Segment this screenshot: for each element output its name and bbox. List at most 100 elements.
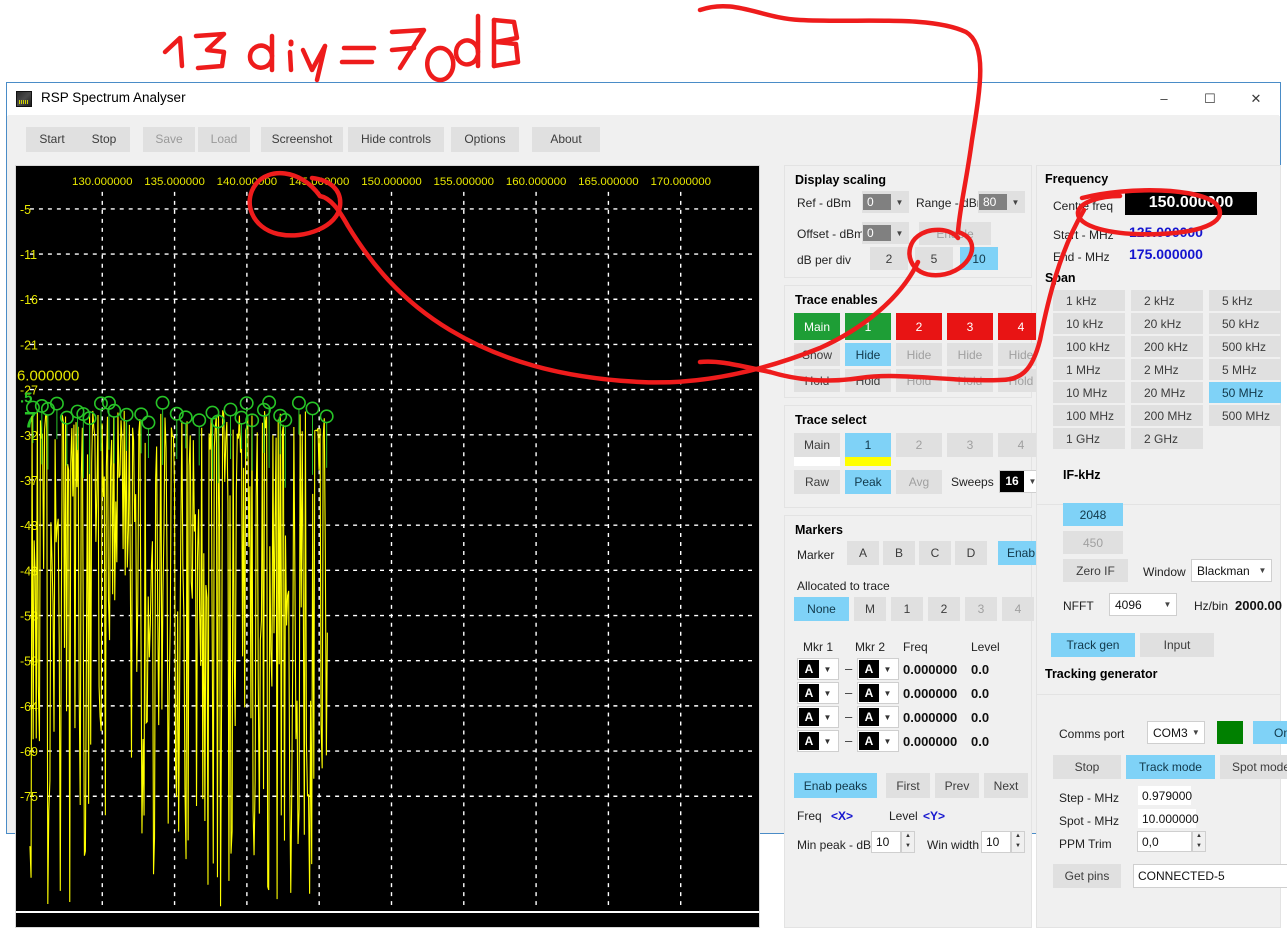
trace-mode-avg[interactable]: Avg (896, 470, 942, 494)
span-2khz[interactable]: 2 kHz (1131, 290, 1203, 311)
if-450-button[interactable]: 450 (1063, 531, 1123, 554)
peak-first-button[interactable]: First (886, 773, 930, 798)
trace-enable-3[interactable]: 3 (947, 313, 993, 340)
trace-hold-main[interactable]: Hold (794, 369, 840, 392)
trace-select-2[interactable]: 2 (896, 433, 942, 457)
trace-select-1[interactable]: 1 (845, 433, 891, 457)
comms-port-combo[interactable]: COM3 ▼ (1147, 721, 1205, 744)
marker-alloc-m[interactable]: M (854, 597, 886, 621)
marker-row-3-mkr1-combo[interactable]: A ▼ (797, 706, 839, 728)
toolbar-save-button[interactable]: Save (143, 127, 195, 152)
win-width-input[interactable]: 10 (981, 831, 1011, 853)
close-button[interactable]: ✕ (1233, 83, 1279, 114)
span-200mhz[interactable]: 200 MHz (1131, 405, 1203, 426)
range-dbm-combo[interactable]: 80 ▼ (978, 191, 1025, 213)
tab-input[interactable]: Input (1140, 633, 1214, 657)
spot-mhz-input[interactable]: 10.000000 (1137, 808, 1199, 829)
db-per-div-10-button[interactable]: 10 (960, 247, 998, 270)
tab-track-gen[interactable]: Track gen (1051, 633, 1135, 657)
marker-row-1-mkr2-combo[interactable]: A ▼ (857, 658, 899, 680)
get-pins-output[interactable]: CONNECTED-5 (1133, 864, 1287, 888)
toolbar-about-button[interactable]: About (532, 127, 600, 152)
trace-mode-peak[interactable]: Peak (845, 470, 891, 494)
tracking-stop-button[interactable]: Stop (1053, 755, 1121, 779)
span-5khz[interactable]: 5 kHz (1209, 290, 1281, 311)
span-500khz[interactable]: 500 kHz (1209, 336, 1281, 357)
trace-hold-2[interactable]: Hold (896, 369, 942, 392)
toolbar-stop-button[interactable]: Stop (78, 127, 130, 152)
span-50khz[interactable]: 50 kHz (1209, 313, 1281, 334)
tracking-track-mode-button[interactable]: Track mode (1126, 755, 1215, 779)
if-zero-button[interactable]: Zero IF (1063, 559, 1128, 582)
toolbar-options-button[interactable]: Options (451, 127, 519, 152)
offset-enable-button[interactable]: Enable (919, 222, 991, 245)
marker-alloc-3[interactable]: 3 (965, 597, 997, 621)
span-500mhz[interactable]: 500 MHz (1209, 405, 1281, 426)
db-per-div-5-button[interactable]: 5 (915, 247, 953, 270)
span-200khz[interactable]: 200 kHz (1131, 336, 1203, 357)
marker-alloc-1[interactable]: 1 (891, 597, 923, 621)
span-10khz[interactable]: 10 kHz (1053, 313, 1125, 334)
marker-alloc-none[interactable]: None (794, 597, 849, 621)
span-1khz[interactable]: 1 kHz (1053, 290, 1125, 311)
win-width-stepper[interactable]: ▲ ▼ (1011, 831, 1025, 853)
offset-dbm-combo[interactable]: 0 ▼ (862, 222, 909, 244)
marker-row-1-mkr1-combo[interactable]: A ▼ (797, 658, 839, 680)
peak-prev-button[interactable]: Prev (935, 773, 979, 798)
marker-row-3-mkr2-combo[interactable]: A ▼ (857, 706, 899, 728)
window-combo[interactable]: Blackman ▼ (1191, 559, 1272, 582)
enable-peaks-button[interactable]: Enab peaks (794, 773, 877, 798)
trace-enable-main[interactable]: Main (794, 313, 840, 340)
toolbar-screenshot-button[interactable]: Screenshot (261, 127, 343, 152)
min-peak-input[interactable]: 10 (871, 831, 901, 853)
trace-select-main[interactable]: Main (794, 433, 840, 457)
db-per-div-2-button[interactable]: 2 (870, 247, 908, 270)
trace-visibility-2[interactable]: Hide (896, 343, 942, 366)
trace-hold-3[interactable]: Hold (947, 369, 993, 392)
trace-select-3[interactable]: 3 (947, 433, 993, 457)
marker-alloc-2[interactable]: 2 (928, 597, 960, 621)
trace-visibility-main[interactable]: Show (794, 343, 840, 366)
centre-freq-field[interactable]: 150.000000 (1125, 192, 1257, 215)
if-2048-button[interactable]: 2048 (1063, 503, 1123, 526)
minimize-button[interactable]: – (1141, 83, 1187, 114)
get-pins-button[interactable]: Get pins (1053, 864, 1121, 888)
span-100mhz[interactable]: 100 MHz (1053, 405, 1125, 426)
marker-b-button[interactable]: B (883, 541, 915, 565)
nfft-combo[interactable]: 4096 ▼ (1109, 593, 1177, 616)
toolbar-hide-controls-button[interactable]: Hide controls (348, 127, 444, 152)
end-freq-value[interactable]: 175.000000 (1129, 246, 1203, 262)
span-10mhz[interactable]: 10 MHz (1053, 382, 1125, 403)
peak-next-button[interactable]: Next (984, 773, 1028, 798)
maximize-button[interactable]: ☐ (1187, 83, 1233, 114)
marker-row-2-mkr1-combo[interactable]: A ▼ (797, 682, 839, 704)
span-1ghz[interactable]: 1 GHz (1053, 428, 1125, 449)
trace-hold-1[interactable]: Hold (845, 369, 891, 392)
span-20khz[interactable]: 20 kHz (1131, 313, 1203, 334)
tracking-on-button[interactable]: On (1253, 721, 1287, 744)
start-freq-value[interactable]: 125.000000 (1129, 224, 1203, 240)
span-20mhz[interactable]: 20 MHz (1131, 382, 1203, 403)
marker-c-button[interactable]: C (919, 541, 951, 565)
ppm-trim-stepper[interactable]: ▲ ▼ (1192, 831, 1206, 852)
marker-alloc-4[interactable]: 4 (1002, 597, 1034, 621)
marker-row-4-mkr2-combo[interactable]: A ▼ (857, 730, 899, 752)
toolbar-start-button[interactable]: Start (26, 127, 78, 152)
tracking-spot-mode-button[interactable]: Spot mode (1220, 755, 1287, 779)
trace-enable-2[interactable]: 2 (896, 313, 942, 340)
span-50mhz[interactable]: 50 MHz (1209, 382, 1281, 403)
trace-visibility-3[interactable]: Hide (947, 343, 993, 366)
trace-enable-1[interactable]: 1 (845, 313, 891, 340)
spectrum-display[interactable]: 130.000000 135.000000 140.000000 145.000000… (15, 165, 760, 928)
min-peak-stepper[interactable]: ▲ ▼ (901, 831, 915, 853)
span-1mhz[interactable]: 1 MHz (1053, 359, 1125, 380)
marker-row-2-mkr2-combo[interactable]: A ▼ (857, 682, 899, 704)
span-5mhz[interactable]: 5 MHz (1209, 359, 1281, 380)
marker-row-4-mkr1-combo[interactable]: A ▼ (797, 730, 839, 752)
step-mhz-input[interactable]: 0.979000 (1137, 785, 1192, 806)
marker-a-button[interactable]: A (847, 541, 879, 565)
marker-d-button[interactable]: D (955, 541, 987, 565)
span-2ghz[interactable]: 2 GHz (1131, 428, 1203, 449)
toolbar-load-button[interactable]: Load (198, 127, 250, 152)
ref-dbm-combo[interactable]: 0 ▼ (862, 191, 909, 213)
